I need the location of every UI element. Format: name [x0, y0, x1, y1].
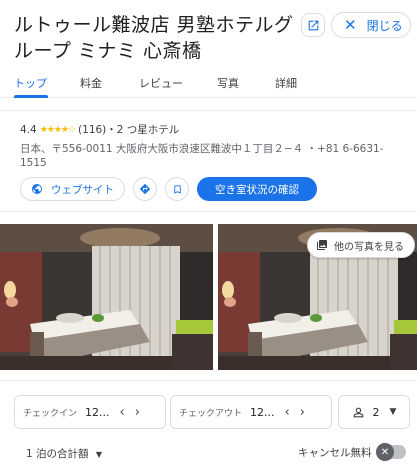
dropdown-arrow-icon: ▼	[95, 450, 103, 459]
globe-icon	[32, 184, 42, 194]
hotel-category: ・2 つ星ホテル	[106, 124, 180, 136]
address: 日本、〒556-0011 大阪府大阪市浪速区難波中１丁目２−４ ・+81 6-6…	[20, 143, 384, 169]
see-more-photos-label: 他の写真を見る	[334, 241, 404, 253]
info-card: 4.4 ★★★★☆ (116) ・2 つ星ホテル 日本、〒556-0011 大阪…	[0, 110, 417, 212]
chevron-left-icon[interactable]: ‹	[285, 405, 290, 420]
directions-button[interactable]	[133, 177, 157, 201]
star-rating-icon: ★★★★☆	[39, 124, 76, 135]
photo-library-icon	[317, 240, 327, 250]
chevron-left-icon[interactable]: ‹	[120, 405, 125, 420]
person-icon	[353, 407, 363, 417]
checkout-date-picker[interactable]: チェックアウト 12... ‹ ›	[170, 395, 332, 429]
tab-prices[interactable]: 料金	[80, 75, 102, 91]
website-button[interactable]: ウェブサイト	[20, 177, 125, 201]
open-in-new-icon	[308, 20, 318, 30]
tab-top[interactable]: トップ	[14, 75, 47, 91]
save-button[interactable]	[165, 177, 189, 201]
close-icon: ✕	[376, 443, 394, 461]
checkin-value: 12...	[85, 405, 110, 419]
dropdown-arrow-icon: ▼	[389, 407, 397, 417]
checkin-label: チェックイン	[23, 408, 78, 419]
active-tab-indicator	[14, 95, 48, 98]
hotel-title: ルトゥール難波店 男塾ホテルグループ ミナミ 心斎橋	[14, 14, 294, 62]
price-basis-dropdown[interactable]: 1 泊の合計額 ▼	[26, 446, 102, 461]
guests-selector[interactable]: 2 ▼	[338, 395, 410, 429]
check-availability-button[interactable]: 空き室状況の確認	[197, 177, 317, 201]
booking-section: チェックイン 12... ‹ › チェックアウト 12... ‹ › 2 ▼ 1…	[0, 380, 417, 464]
hotel-room-photo[interactable]	[0, 224, 213, 370]
header: ルトゥール難波店 男塾ホテルグループ ミナミ 心斎橋 ✕ 閉じる	[0, 0, 417, 70]
free-cancellation-label: キャンセル無料	[298, 447, 372, 459]
tab-photos[interactable]: 写真	[217, 75, 239, 91]
see-more-photos-button[interactable]: 他の写真を見る	[307, 232, 415, 258]
guest-count: 2	[372, 405, 380, 419]
close-icon: ✕	[344, 16, 357, 34]
rating-value: 4.4	[20, 123, 37, 136]
review-count[interactable]: (116)	[78, 124, 106, 136]
price-basis-label: 1 泊の合計額	[26, 448, 89, 460]
tab-reviews[interactable]: レビュー	[139, 75, 183, 91]
directions-icon	[140, 184, 150, 194]
free-cancellation-toggle[interactable]: ✕	[376, 443, 406, 461]
chevron-right-icon[interactable]: ›	[135, 405, 140, 420]
tab-details[interactable]: 詳細	[275, 75, 297, 91]
rating-row: 4.4 ★★★★☆ (116) ・2 つ星ホテル	[20, 122, 179, 137]
hotel-detail-panel: ルトゥール難波店 男塾ホテルグループ ミナミ 心斎橋 ✕ 閉じる トップ 料金 …	[0, 0, 417, 464]
checkout-value: 12...	[250, 405, 275, 419]
tab-bar: トップ 料金 レビュー 写真 詳細	[0, 70, 417, 98]
checkout-label: チェックアウト	[179, 408, 243, 419]
open-in-new-button[interactable]	[301, 13, 325, 37]
bookmark-icon	[173, 184, 181, 194]
chevron-right-icon[interactable]: ›	[300, 405, 305, 420]
close-label: 閉じる	[366, 18, 403, 33]
checkin-date-picker[interactable]: チェックイン 12... ‹ ›	[14, 395, 166, 429]
website-label: ウェブサイト	[51, 183, 114, 196]
action-row: ウェブサイト 空き室状況の確認	[20, 177, 317, 201]
close-button[interactable]: ✕ 閉じる	[331, 12, 411, 38]
